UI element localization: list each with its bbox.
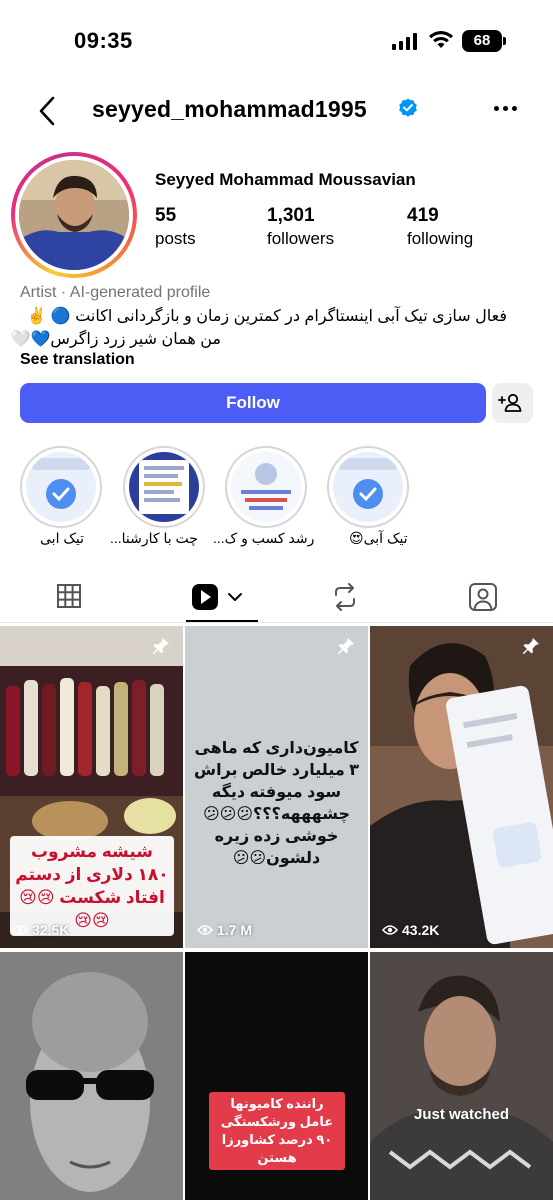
profile-header: seyyed_mohammad1995: [0, 88, 553, 134]
battery-icon: 68: [462, 30, 506, 52]
repost-icon: [335, 583, 355, 611]
cellular-signal-icon: [392, 32, 417, 50]
view-count: 32.5K: [12, 922, 69, 938]
reel-background: [0, 952, 183, 1200]
reel-thumbnail[interactable]: 43.2K: [370, 626, 553, 948]
suggested-users-button[interactable]: [492, 383, 533, 423]
bio-line-2: من همان شیر زرد زاگرس💙🤍: [10, 331, 221, 348]
status-bar: 09:35 68: [0, 0, 553, 80]
views-eye-icon: [197, 925, 213, 935]
highlight-3[interactable]: رشد کسب و ک...: [213, 446, 314, 546]
tab-posts-grid[interactable]: [56, 580, 82, 622]
view-count: 1.7 M: [197, 922, 252, 938]
highlight-cover: [231, 452, 301, 522]
status-time: 09:35: [74, 28, 133, 53]
verified-badge-icon: [399, 98, 417, 117]
follow-button[interactable]: Follow: [20, 383, 486, 423]
highlight-2[interactable]: چت با کارشنا...: [110, 446, 205, 546]
reel-thumbnail[interactable]: Just watched: [370, 952, 553, 1200]
highlight-cover: [333, 452, 403, 522]
tab-reposts[interactable]: [331, 580, 359, 622]
highlight-label: چت با کارشنا...: [110, 530, 198, 546]
reel-background: [370, 626, 553, 948]
reel-caption-overlay: شیشه مشروب ۱۸۰ دلاری از دستم افتاد شکست …: [10, 836, 174, 936]
add-person-icon: [498, 393, 522, 412]
tab-reels[interactable]: [190, 580, 246, 622]
reel-thumbnail[interactable]: کامیون‌داری که ماهی ۳ میلیارد خالص براش …: [185, 626, 368, 948]
header-username: seyyed_mohammad1995: [92, 96, 367, 122]
followers-stat[interactable]: 1,301 followers: [267, 205, 334, 249]
views-eye-icon: [382, 925, 398, 935]
highlight-cover: [129, 452, 199, 522]
full-name: Seyyed Mohammad Moussavian: [155, 170, 416, 189]
wifi-icon: [429, 31, 453, 48]
tabs-divider: [0, 622, 553, 623]
highlight-4[interactable]: تیک آبی😍: [327, 446, 409, 546]
reels-play-icon: [192, 584, 242, 610]
pin-icon: [523, 638, 539, 654]
reel-thumbnail[interactable]: [0, 952, 183, 1200]
see-translation-link[interactable]: See translation: [20, 351, 135, 369]
followers-count: 1,301: [267, 205, 315, 226]
reel-thumbnail[interactable]: شیشه مشروب ۱۸۰ دلاری از دستم افتاد شکست …: [0, 626, 183, 948]
following-label: following: [407, 229, 474, 248]
view-count-value: 32.5K: [32, 922, 70, 938]
reel-background: [370, 952, 553, 1200]
reel-caption-overlay: کامیون‌داری که ماهی ۳ میلیارد خالص براش …: [194, 740, 359, 867]
posts-stat[interactable]: 55 posts: [155, 205, 196, 249]
view-count: 43.2K: [382, 922, 439, 938]
posts-label: posts: [155, 229, 196, 248]
story-ring[interactable]: [11, 152, 137, 278]
posts-count: 55: [155, 205, 177, 226]
reel-caption-overlay: راننده کامیونها عامل ورشکستگی ۹۰ درصد کش…: [209, 1092, 345, 1170]
highlight-label: رشد کسب و ک...: [213, 530, 315, 546]
view-count-value: 1.7 M: [217, 922, 253, 938]
view-count-value: 43.2K: [402, 922, 440, 938]
pin-icon: [153, 638, 169, 654]
avatar: [19, 160, 129, 270]
following-count: 419: [407, 205, 439, 226]
highlight-cover: [26, 452, 96, 522]
back-arrow-icon[interactable]: [36, 94, 58, 128]
more-options-icon[interactable]: [494, 106, 517, 111]
views-eye-icon: [12, 925, 28, 935]
tagged-person-icon: [469, 583, 497, 611]
just-watched-label: Just watched: [413, 1106, 510, 1123]
highlight-label: تیک ابی: [40, 530, 84, 546]
followers-label: followers: [267, 229, 335, 248]
highlight-label: تیک آبی😍: [349, 530, 408, 546]
grid-icon: [57, 584, 81, 608]
pin-icon: [338, 638, 354, 654]
following-stat[interactable]: 419 following: [407, 205, 473, 249]
tab-tagged[interactable]: [468, 580, 498, 622]
profile-category: Artist · AI-generated profile: [20, 284, 211, 301]
highlight-1[interactable]: تیک ابی: [20, 446, 102, 546]
bio-line-1: فعال سازی تیک آبی اینستاگرام در کمترین ز…: [26, 308, 507, 325]
reel-thumbnail[interactable]: راننده کامیونها عامل ورشکستگی ۹۰ درصد کش…: [185, 952, 368, 1200]
